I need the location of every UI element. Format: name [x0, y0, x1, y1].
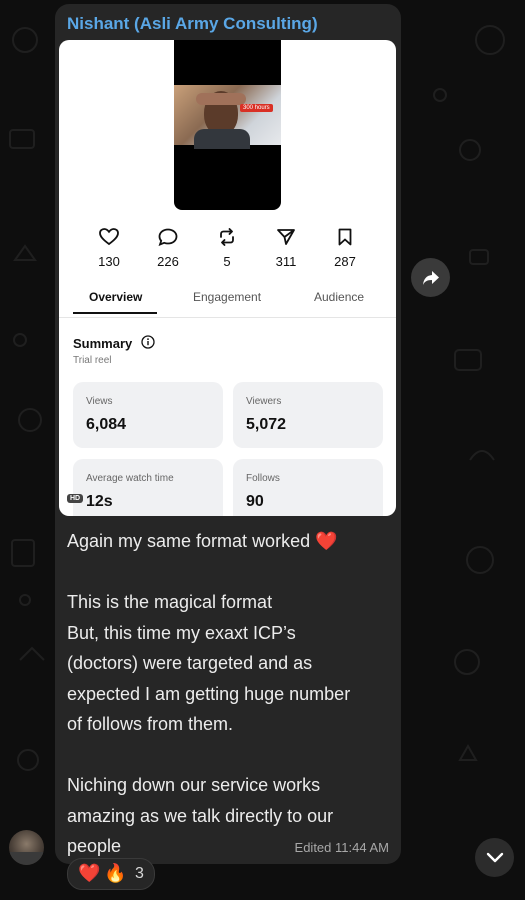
message-meta: Edited 11:44 AM [295, 840, 389, 855]
message-text: Again my same format worked ❤️ This is t… [67, 531, 351, 856]
metric-label: Views [86, 396, 113, 407]
reaction-heart: ❤️ [78, 863, 101, 883]
screenshot-attachment[interactable]: 300 hours 130 226 5 311 287 Overview Eng… [59, 40, 396, 516]
repost-icon [220, 228, 234, 246]
hd-badge: HD [67, 494, 84, 503]
tabs-divider [59, 317, 396, 318]
scroll-to-bottom-button[interactable] [475, 838, 514, 877]
reel-frame: 300 hours [174, 85, 281, 149]
tab-engagement[interactable]: Engagement [193, 290, 261, 304]
message-bubble[interactable]: Nishant (Asli Army Consulting) 300 hours… [55, 4, 401, 864]
shares-count: 311 [275, 254, 297, 269]
forward-icon [422, 270, 439, 285]
share-icon [277, 229, 295, 245]
saves-count: 287 [334, 254, 356, 269]
insights-tabs: Overview Engagement Audience [59, 288, 396, 318]
person-shirt [194, 129, 250, 149]
forward-button[interactable] [411, 258, 450, 297]
metric-card-follows: Follows 90 [233, 459, 383, 516]
message-time: 11:44 AM [335, 840, 389, 855]
reel-thumbnail: 300 hours [174, 40, 281, 210]
stat-saves: 287 [315, 228, 375, 269]
info-icon[interactable] [141, 335, 155, 349]
bookmark-icon [338, 228, 352, 246]
reel-stats-row: 130 226 5 311 287 [59, 228, 396, 278]
summary-title: Summary [73, 336, 133, 351]
reaction-fire: 🔥 [104, 863, 127, 883]
sender-name[interactable]: Nishant (Asli Army Consulting) [67, 14, 318, 34]
reactions-pill[interactable]: ❤️ 🔥 3 [67, 858, 155, 890]
metric-label: Follows [246, 473, 280, 484]
reel-caption-tag: 300 hours [240, 104, 273, 112]
likes-count: 130 [98, 254, 120, 269]
metric-label: Viewers [246, 396, 282, 407]
metric-value: 6,084 [86, 416, 127, 433]
metric-card-viewers: Viewers 5,072 [233, 382, 383, 448]
metric-card-views: Views 6,084 [73, 382, 223, 448]
avatar[interactable] [9, 830, 44, 865]
stat-reposts: 5 [197, 228, 257, 269]
edited-label: Edited [294, 840, 332, 855]
metric-label: Average watch time [86, 473, 174, 484]
avatar-shirt [9, 852, 44, 865]
metric-card-avg-watch-time: Average watch time 12s [73, 459, 223, 516]
summary-subtitle: Trial reel [73, 355, 112, 366]
metric-value: 90 [246, 493, 264, 510]
reposts-count: 5 [223, 254, 231, 269]
comments-count: 226 [157, 254, 179, 269]
stat-shares: 311 [256, 228, 316, 269]
comment-icon [158, 228, 178, 246]
tab-audience[interactable]: Audience [314, 290, 364, 304]
stat-comments: 226 [138, 228, 198, 269]
metric-value: 12s [86, 493, 113, 510]
reaction-count: 3 [135, 865, 144, 882]
person-hands [196, 93, 246, 105]
stat-likes: 130 [79, 228, 139, 269]
metric-value: 5,072 [246, 416, 287, 433]
heart-icon [99, 228, 119, 246]
active-tab-indicator [73, 312, 157, 314]
tab-overview[interactable]: Overview [89, 290, 142, 304]
chevron-down-icon [486, 852, 503, 862]
